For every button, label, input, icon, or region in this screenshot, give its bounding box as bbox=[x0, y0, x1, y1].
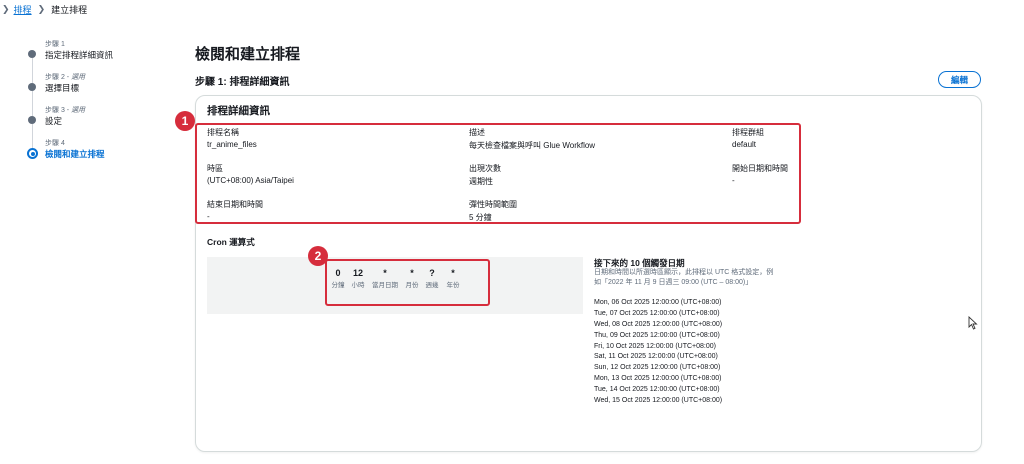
step-number: 步驟 3 - 選用 bbox=[45, 107, 86, 114]
page-title: 檢閱和建立排程 bbox=[195, 46, 301, 63]
section-title: 步驟 1: 排程詳細資訊 bbox=[195, 77, 290, 88]
trigger-date: Wed, 08 Oct 2025 12:00:00 (UTC+08:00) bbox=[594, 320, 723, 328]
step-number: 步驟 1 bbox=[45, 41, 65, 48]
annotation-box-1 bbox=[195, 123, 801, 224]
next-triggers-description: 日期和時間以所選時區顯示，此排程以 UTC 格式設定，例 如「2022 年 11… bbox=[594, 269, 774, 286]
trigger-date: Sun, 12 Oct 2025 12:00:00 (UTC+08:00) bbox=[594, 364, 721, 372]
wizard-steps: 步驟 1 指定排程詳細資訊 步驟 2 - 選用 選擇目標 步驟 3 - 選用 設… bbox=[27, 36, 178, 168]
trigger-dates-list: Mon, 06 Oct 2025 12:00:00 (UTC+08:00) Tu… bbox=[594, 298, 722, 407]
mouse-cursor-icon bbox=[968, 315, 978, 335]
breadcrumb-current: 建立排程 bbox=[51, 4, 88, 15]
step-active-dot-icon bbox=[27, 148, 38, 159]
edit-button[interactable]: 編輯 bbox=[938, 71, 981, 88]
chevron-right-icon: ❯ bbox=[37, 3, 46, 14]
trigger-date: Fri, 10 Oct 2025 12:00:00 (UTC+08:00) bbox=[594, 342, 716, 350]
trigger-date: Wed, 15 Oct 2025 12:00:00 (UTC+08:00) bbox=[594, 397, 723, 405]
step-label: 指定排程詳細資訊 bbox=[45, 50, 114, 60]
annotation-badge-2: 2 bbox=[308, 246, 328, 266]
wizard-step-3[interactable]: 步驟 3 - 選用 設定 bbox=[28, 102, 178, 149]
breadcrumb-link-schedules[interactable]: 排程 bbox=[14, 3, 32, 16]
step-number: 步驟 2 - 選用 bbox=[45, 74, 86, 81]
chevron-right-icon: ❯ bbox=[2, 3, 10, 14]
step-label: 設定 bbox=[45, 116, 63, 126]
trigger-date: Tue, 14 Oct 2025 12:00:00 (UTC+08:00) bbox=[594, 386, 720, 394]
annotation-badge-1: 1 bbox=[175, 111, 195, 131]
card-title: 排程詳細資訊 bbox=[207, 105, 270, 117]
step-label: 選擇目標 bbox=[45, 83, 80, 93]
step-dot-icon bbox=[28, 83, 36, 91]
trigger-date: Sat, 11 Oct 2025 12:00:00 (UTC+08:00) bbox=[594, 353, 718, 361]
trigger-date: Tue, 07 Oct 2025 12:00:00 (UTC+08:00) bbox=[594, 309, 720, 317]
step-dot-icon bbox=[28, 116, 36, 124]
annotation-box-2 bbox=[325, 259, 490, 306]
wizard-step-2[interactable]: 步驟 2 - 選用 選擇目標 bbox=[28, 69, 178, 116]
step-label: 檢閱和建立排程 bbox=[45, 149, 105, 159]
step-dot-icon bbox=[28, 50, 36, 58]
trigger-date: Mon, 13 Oct 2025 12:00:00 (UTC+08:00) bbox=[594, 375, 722, 383]
trigger-date: Thu, 09 Oct 2025 12:00:00 (UTC+08:00) bbox=[594, 331, 720, 339]
breadcrumb: ❯ 排程 ❯ 建立排程 bbox=[0, 0, 87, 18]
step-number: 步驟 4 bbox=[45, 140, 65, 147]
trigger-date: Mon, 06 Oct 2025 12:00:00 (UTC+08:00) bbox=[594, 299, 722, 306]
wizard-step-4[interactable]: 步驟 4 檢閱和建立排程 bbox=[27, 135, 178, 168]
cron-title: Cron 運算式 bbox=[207, 237, 255, 247]
wizard-step-1[interactable]: 步驟 1 指定排程詳細資訊 bbox=[28, 36, 178, 83]
